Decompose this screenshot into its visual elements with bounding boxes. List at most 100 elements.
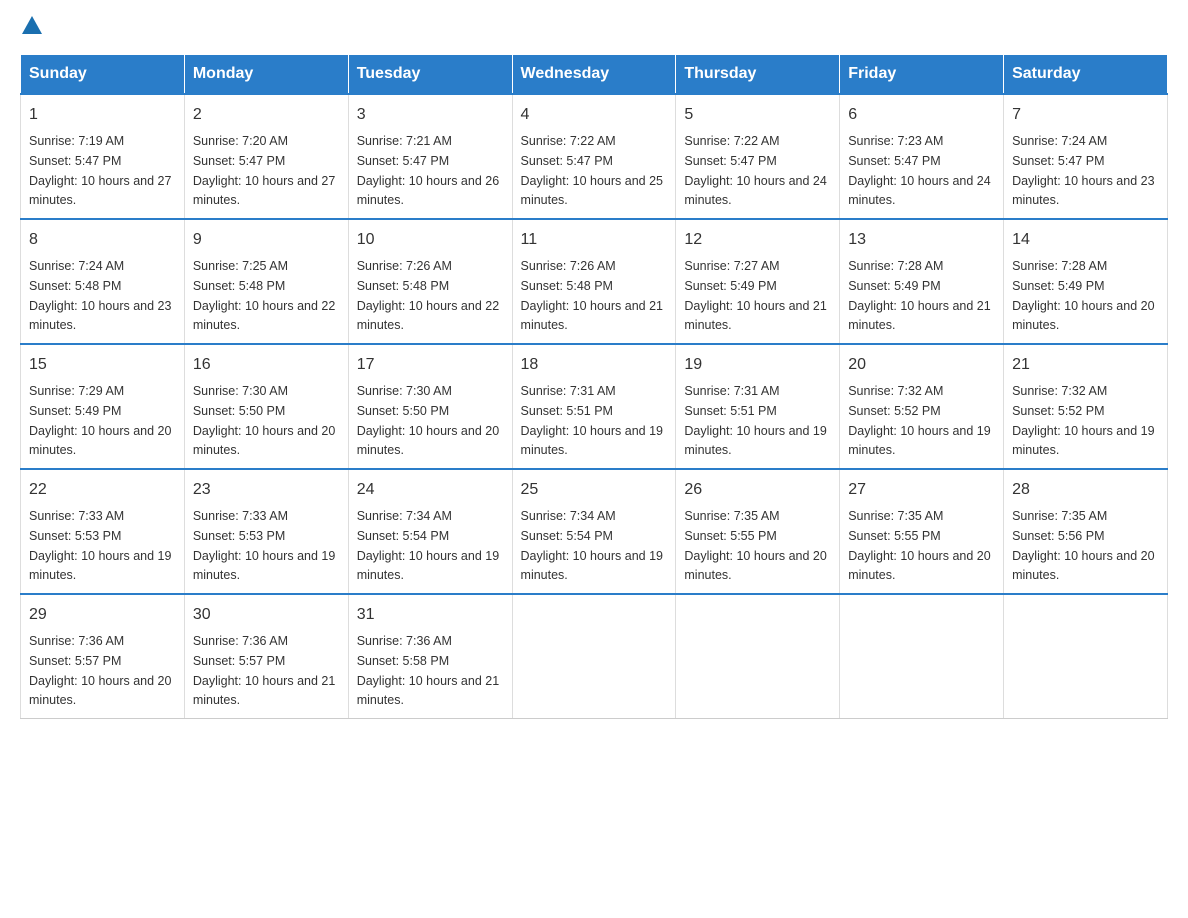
- day-sunrise: Sunrise: 7:36 AM: [357, 634, 452, 648]
- calendar-cell: [512, 594, 676, 719]
- header-day-monday: Monday: [184, 55, 348, 95]
- day-daylight: Daylight: 10 hours and 19 minutes.: [521, 549, 663, 583]
- day-daylight: Daylight: 10 hours and 19 minutes.: [193, 549, 335, 583]
- day-daylight: Daylight: 10 hours and 23 minutes.: [29, 299, 171, 333]
- day-sunrise: Sunrise: 7:35 AM: [848, 509, 943, 523]
- calendar-body: 1 Sunrise: 7:19 AM Sunset: 5:47 PM Dayli…: [21, 94, 1168, 719]
- calendar-week-4: 22 Sunrise: 7:33 AM Sunset: 5:53 PM Dayl…: [21, 469, 1168, 594]
- day-sunset: Sunset: 5:47 PM: [193, 154, 285, 168]
- day-number: 7: [1012, 103, 1159, 127]
- calendar-table: SundayMondayTuesdayWednesdayThursdayFrid…: [20, 54, 1168, 719]
- day-sunrise: Sunrise: 7:22 AM: [521, 134, 616, 148]
- calendar-cell: 4 Sunrise: 7:22 AM Sunset: 5:47 PM Dayli…: [512, 94, 676, 219]
- day-number: 18: [521, 353, 668, 377]
- day-sunset: Sunset: 5:47 PM: [1012, 154, 1104, 168]
- day-sunrise: Sunrise: 7:22 AM: [684, 134, 779, 148]
- day-number: 16: [193, 353, 340, 377]
- header-day-wednesday: Wednesday: [512, 55, 676, 95]
- calendar-cell: 22 Sunrise: 7:33 AM Sunset: 5:53 PM Dayl…: [21, 469, 185, 594]
- day-number: 12: [684, 228, 831, 252]
- day-sunset: Sunset: 5:51 PM: [521, 404, 613, 418]
- day-daylight: Daylight: 10 hours and 23 minutes.: [1012, 174, 1154, 208]
- day-number: 4: [521, 103, 668, 127]
- day-sunset: Sunset: 5:47 PM: [848, 154, 940, 168]
- day-daylight: Daylight: 10 hours and 20 minutes.: [684, 549, 826, 583]
- day-number: 28: [1012, 478, 1159, 502]
- calendar-cell: 30 Sunrise: 7:36 AM Sunset: 5:57 PM Dayl…: [184, 594, 348, 719]
- calendar-cell: 14 Sunrise: 7:28 AM Sunset: 5:49 PM Dayl…: [1004, 219, 1168, 344]
- header-day-sunday: Sunday: [21, 55, 185, 95]
- day-daylight: Daylight: 10 hours and 27 minutes.: [29, 174, 171, 208]
- day-sunset: Sunset: 5:48 PM: [193, 279, 285, 293]
- calendar-week-5: 29 Sunrise: 7:36 AM Sunset: 5:57 PM Dayl…: [21, 594, 1168, 719]
- day-sunset: Sunset: 5:48 PM: [521, 279, 613, 293]
- day-sunset: Sunset: 5:48 PM: [29, 279, 121, 293]
- day-daylight: Daylight: 10 hours and 21 minutes.: [684, 299, 826, 333]
- day-sunrise: Sunrise: 7:31 AM: [684, 384, 779, 398]
- day-sunset: Sunset: 5:52 PM: [848, 404, 940, 418]
- day-daylight: Daylight: 10 hours and 19 minutes.: [1012, 424, 1154, 458]
- day-sunrise: Sunrise: 7:34 AM: [357, 509, 452, 523]
- calendar-cell: 24 Sunrise: 7:34 AM Sunset: 5:54 PM Dayl…: [348, 469, 512, 594]
- day-daylight: Daylight: 10 hours and 21 minutes.: [357, 674, 499, 708]
- calendar-cell: 31 Sunrise: 7:36 AM Sunset: 5:58 PM Dayl…: [348, 594, 512, 719]
- day-sunrise: Sunrise: 7:29 AM: [29, 384, 124, 398]
- day-sunset: Sunset: 5:49 PM: [1012, 279, 1104, 293]
- day-daylight: Daylight: 10 hours and 20 minutes.: [357, 424, 499, 458]
- day-sunset: Sunset: 5:53 PM: [193, 529, 285, 543]
- day-number: 17: [357, 353, 504, 377]
- day-sunset: Sunset: 5:47 PM: [684, 154, 776, 168]
- day-number: 25: [521, 478, 668, 502]
- calendar-cell: 3 Sunrise: 7:21 AM Sunset: 5:47 PM Dayli…: [348, 94, 512, 219]
- day-sunrise: Sunrise: 7:33 AM: [193, 509, 288, 523]
- day-number: 9: [193, 228, 340, 252]
- day-daylight: Daylight: 10 hours and 24 minutes.: [684, 174, 826, 208]
- day-sunrise: Sunrise: 7:34 AM: [521, 509, 616, 523]
- day-number: 23: [193, 478, 340, 502]
- day-sunset: Sunset: 5:54 PM: [521, 529, 613, 543]
- day-number: 20: [848, 353, 995, 377]
- calendar-cell: 2 Sunrise: 7:20 AM Sunset: 5:47 PM Dayli…: [184, 94, 348, 219]
- header-day-tuesday: Tuesday: [348, 55, 512, 95]
- day-sunset: Sunset: 5:58 PM: [357, 654, 449, 668]
- calendar-cell: [676, 594, 840, 719]
- day-number: 21: [1012, 353, 1159, 377]
- day-daylight: Daylight: 10 hours and 19 minutes.: [848, 424, 990, 458]
- day-number: 2: [193, 103, 340, 127]
- day-sunset: Sunset: 5:57 PM: [193, 654, 285, 668]
- day-number: 6: [848, 103, 995, 127]
- header-day-friday: Friday: [840, 55, 1004, 95]
- day-sunrise: Sunrise: 7:28 AM: [1012, 259, 1107, 273]
- day-daylight: Daylight: 10 hours and 24 minutes.: [848, 174, 990, 208]
- day-sunset: Sunset: 5:57 PM: [29, 654, 121, 668]
- day-daylight: Daylight: 10 hours and 19 minutes.: [29, 549, 171, 583]
- day-number: 22: [29, 478, 176, 502]
- calendar-cell: 25 Sunrise: 7:34 AM Sunset: 5:54 PM Dayl…: [512, 469, 676, 594]
- day-sunrise: Sunrise: 7:19 AM: [29, 134, 124, 148]
- day-number: 24: [357, 478, 504, 502]
- day-sunrise: Sunrise: 7:23 AM: [848, 134, 943, 148]
- header-row: SundayMondayTuesdayWednesdayThursdayFrid…: [21, 55, 1168, 95]
- day-sunrise: Sunrise: 7:36 AM: [29, 634, 124, 648]
- calendar-cell: 1 Sunrise: 7:19 AM Sunset: 5:47 PM Dayli…: [21, 94, 185, 219]
- calendar-week-1: 1 Sunrise: 7:19 AM Sunset: 5:47 PM Dayli…: [21, 94, 1168, 219]
- day-sunrise: Sunrise: 7:25 AM: [193, 259, 288, 273]
- calendar-cell: 23 Sunrise: 7:33 AM Sunset: 5:53 PM Dayl…: [184, 469, 348, 594]
- day-number: 26: [684, 478, 831, 502]
- calendar-cell: 5 Sunrise: 7:22 AM Sunset: 5:47 PM Dayli…: [676, 94, 840, 219]
- calendar-cell: 29 Sunrise: 7:36 AM Sunset: 5:57 PM Dayl…: [21, 594, 185, 719]
- day-sunrise: Sunrise: 7:35 AM: [1012, 509, 1107, 523]
- day-sunrise: Sunrise: 7:20 AM: [193, 134, 288, 148]
- calendar-cell: 7 Sunrise: 7:24 AM Sunset: 5:47 PM Dayli…: [1004, 94, 1168, 219]
- day-daylight: Daylight: 10 hours and 20 minutes.: [29, 424, 171, 458]
- day-sunset: Sunset: 5:47 PM: [521, 154, 613, 168]
- day-number: 30: [193, 603, 340, 627]
- day-daylight: Daylight: 10 hours and 22 minutes.: [357, 299, 499, 333]
- day-sunrise: Sunrise: 7:27 AM: [684, 259, 779, 273]
- calendar-cell: 13 Sunrise: 7:28 AM Sunset: 5:49 PM Dayl…: [840, 219, 1004, 344]
- day-daylight: Daylight: 10 hours and 20 minutes.: [1012, 549, 1154, 583]
- header-day-saturday: Saturday: [1004, 55, 1168, 95]
- day-daylight: Daylight: 10 hours and 21 minutes.: [848, 299, 990, 333]
- day-daylight: Daylight: 10 hours and 26 minutes.: [357, 174, 499, 208]
- day-sunset: Sunset: 5:55 PM: [684, 529, 776, 543]
